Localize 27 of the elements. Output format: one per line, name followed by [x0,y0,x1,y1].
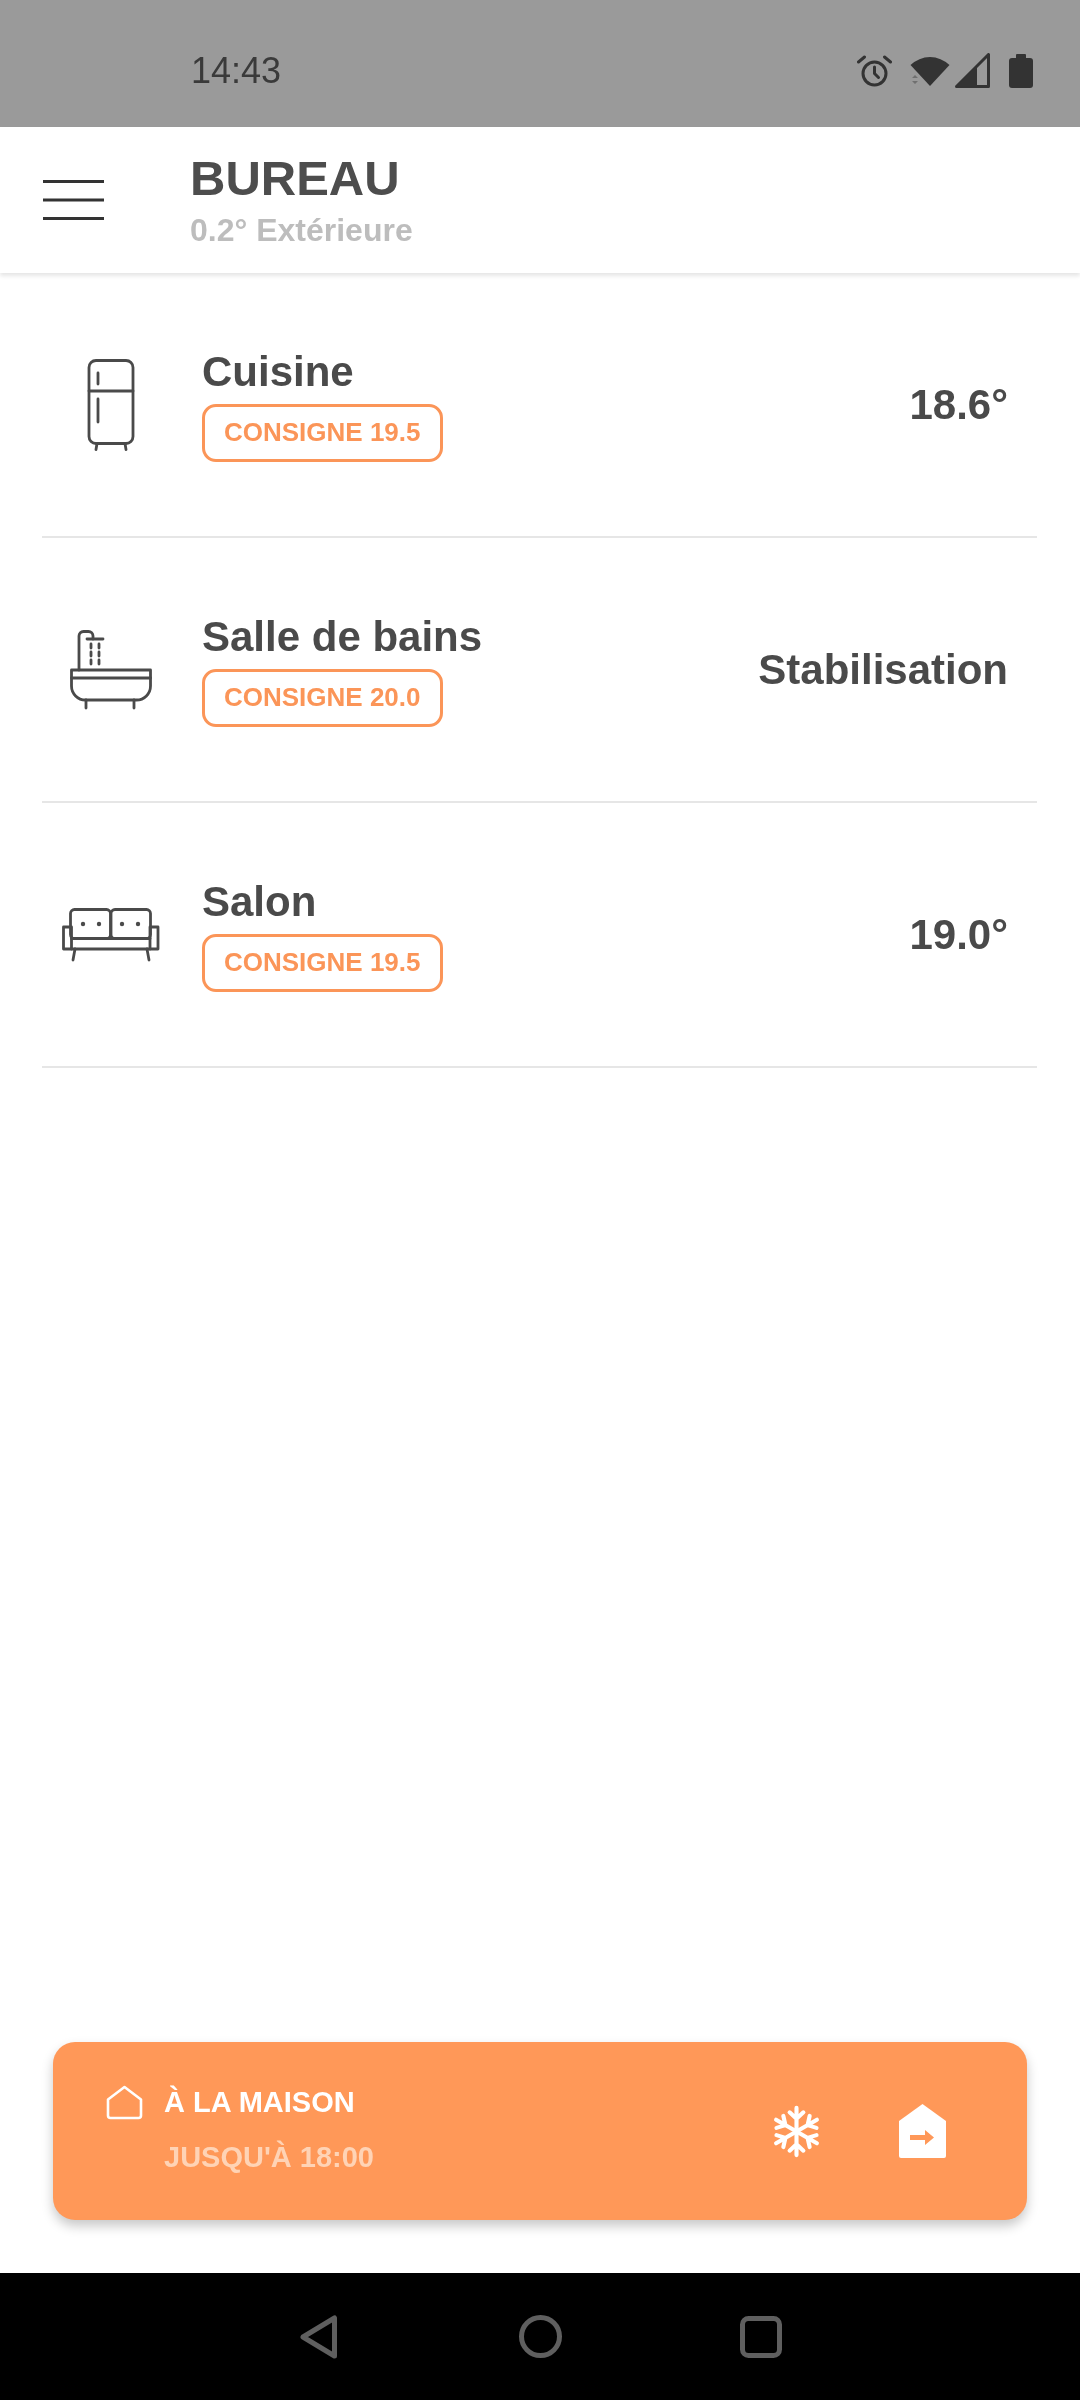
square-icon [740,2315,782,2358]
menu-icon [43,180,104,220]
alarm-icon [856,54,893,87]
mode-until: JUSQU'À 18:00 [164,2139,374,2175]
setpoint-badge: CONSIGNE 19.5 [202,933,443,992]
house-arrow-icon [898,2104,946,2158]
room-name: Cuisine [202,347,354,396]
fridge-icon [87,358,135,451]
status-time: 14:43 [191,50,282,91]
room-name: Salon [202,877,317,926]
room-reading: Stabilisation [758,645,1008,694]
setpoint-badge: CONSIGNE 20.0 [202,668,443,727]
back-icon [300,2314,338,2359]
signal-icon [955,53,990,88]
battery-icon [1009,53,1033,88]
sofa-icon [62,907,160,962]
mode-title: À LA MAISON [164,2084,356,2120]
header-title: BUREAU [190,152,401,204]
room-reading: 18.6° [909,380,1008,429]
circle-icon [518,2315,562,2358]
outdoor-temperature: 0.2° Extérieure [190,212,413,248]
bathtub-icon [70,629,152,710]
room-name: Salle de bains [202,612,483,661]
room-reading: 19.0° [909,910,1008,959]
setpoint-badge: CONSIGNE 19.5 [202,403,443,462]
house-icon [106,2084,143,2120]
wifi-icon [910,55,950,86]
